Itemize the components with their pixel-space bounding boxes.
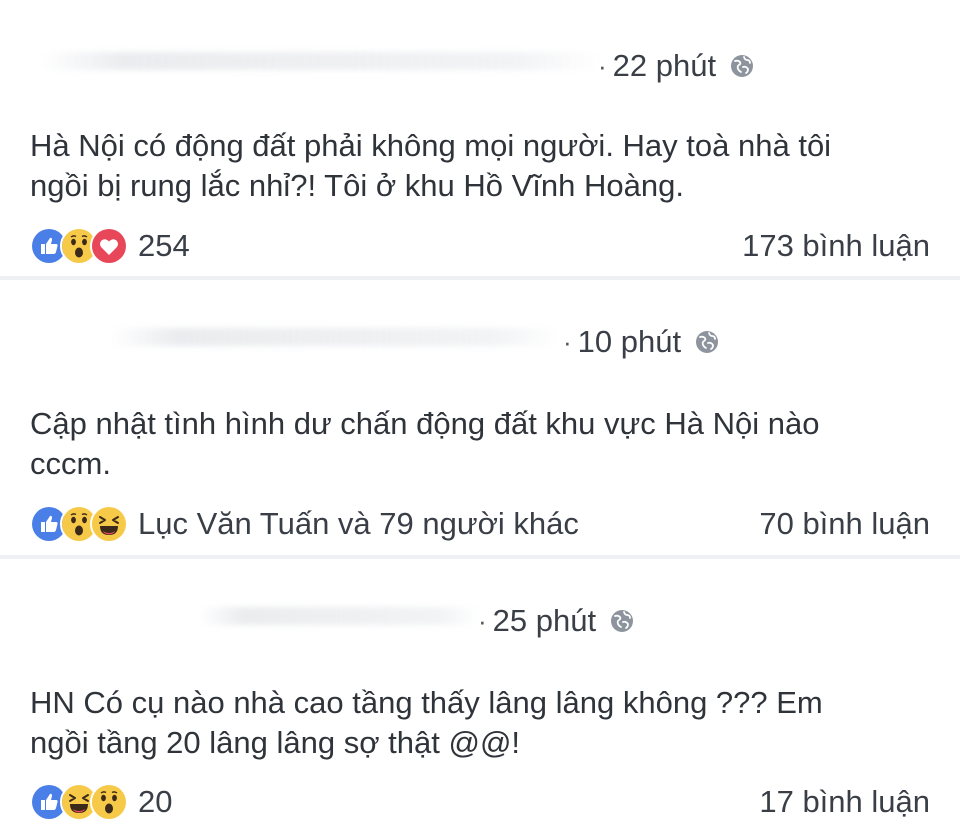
reaction-summary[interactable]: 254: [30, 227, 190, 265]
haha-icon: [90, 505, 128, 543]
reaction-count: 254: [138, 228, 190, 263]
post-meta: · 22 phút: [598, 46, 754, 86]
post-meta: · 25 phút: [478, 601, 634, 641]
post-text-line: Cập nhật tình hình dư chấn động đất khu …: [30, 406, 820, 441]
globe-icon: [696, 331, 719, 353]
post-footer: 20 17 bình luận: [30, 782, 930, 822]
comments-link[interactable]: 173 bình luận: [742, 228, 930, 264]
post-text-line: HN Có cụ nào nhà cao tầng thấy lâng lâng…: [30, 685, 823, 720]
feed-post: · 25 phút HN Có cụ nào nhà cao tầng thấy…: [0, 559, 960, 826]
post-text: Hà Nội có động đất phải không mọi người.…: [30, 126, 930, 206]
post-meta: · 10 phút: [563, 322, 719, 362]
wow-icon: [90, 783, 128, 821]
feed-post: · 10 phút Cập nhật tình hình dư chấn độn…: [0, 280, 960, 555]
post-text-line: Hà Nội có động đất phải không mọi người.…: [30, 128, 832, 163]
post-text: HN Có cụ nào nhà cao tầng thấy lâng lâng…: [30, 683, 930, 763]
post-text-line: cccm.: [30, 446, 111, 481]
post-footer: 254 173 bình luận: [30, 226, 930, 266]
reaction-summary[interactable]: 20: [30, 783, 172, 821]
reaction-summary[interactable]: Lục Văn Tuấn và 79 người khác: [30, 505, 579, 543]
separator-dot: ·: [563, 326, 572, 357]
comments-link[interactable]: 17 bình luận: [759, 784, 930, 820]
globe-icon: [731, 55, 754, 77]
post-text-line: ngồi bị rung lắc nhỉ?! Tôi ở khu Hồ Vĩnh…: [30, 168, 684, 203]
redacted-author: [200, 607, 480, 625]
news-feed: · 22 phút Hà Nội có động đất phải không …: [0, 0, 960, 826]
post-timestamp[interactable]: 25 phút: [493, 603, 596, 639]
globe-icon: [611, 610, 634, 632]
post-timestamp[interactable]: 22 phút: [613, 48, 716, 84]
redacted-author: [40, 52, 600, 70]
separator-dot: ·: [598, 50, 607, 81]
reaction-names: Lục Văn Tuấn và 79 người khác: [138, 506, 579, 541]
redacted-author: [110, 328, 560, 346]
feed-post: · 22 phút Hà Nội có động đất phải không …: [0, 0, 960, 276]
comments-link[interactable]: 70 bình luận: [759, 506, 930, 542]
separator-dot: ·: [478, 605, 487, 636]
love-icon: [90, 227, 128, 265]
post-text-line: ngồi tầng 20 lâng lâng sợ thật @@!: [30, 725, 521, 760]
post-timestamp[interactable]: 10 phút: [578, 324, 681, 360]
post-text: Cập nhật tình hình dư chấn động đất khu …: [30, 404, 930, 484]
post-footer: Lục Văn Tuấn và 79 người khác 70 bình lu…: [30, 504, 930, 544]
reaction-count: 20: [138, 784, 173, 819]
